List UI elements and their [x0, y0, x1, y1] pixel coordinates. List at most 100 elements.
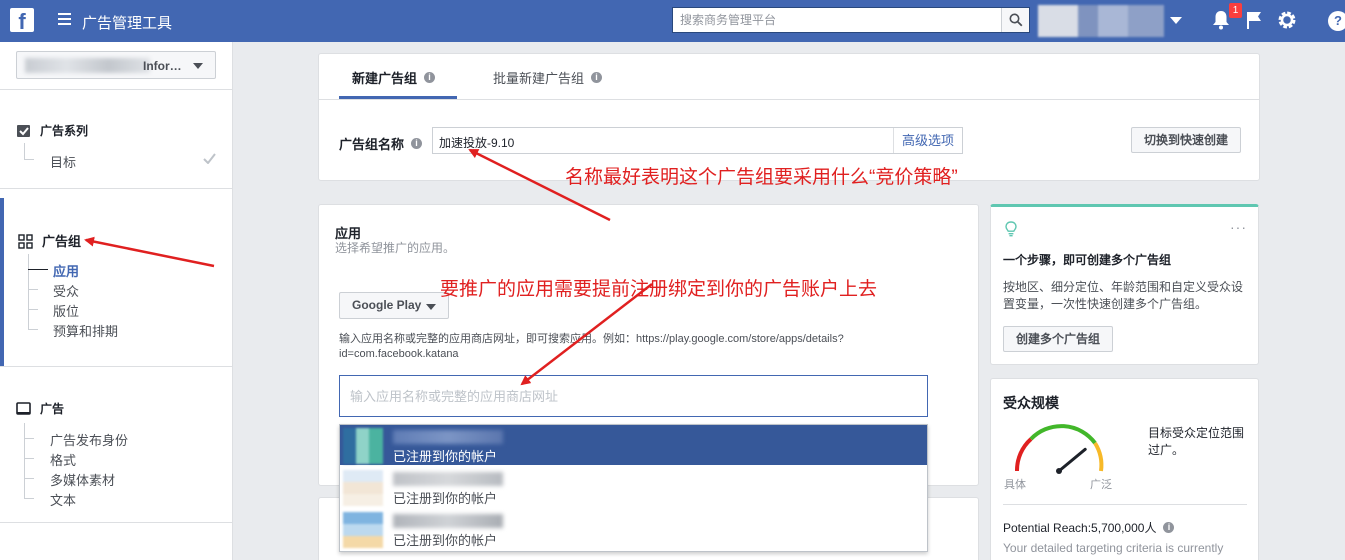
- gauge-label-broad: 广泛: [1090, 479, 1112, 491]
- account-name-blurred: [25, 58, 150, 73]
- tab-new-adset[interactable]: 新建广告组 i: [352, 68, 436, 87]
- lightbulb-icon: [1005, 221, 1017, 237]
- app-name-blurred: [393, 472, 503, 486]
- sidebar-item-media[interactable]: 多媒体素材: [50, 470, 115, 489]
- tree-tick: [28, 309, 38, 310]
- account-selector[interactable]: Infor…: [16, 51, 216, 79]
- sidebar-item-text[interactable]: 文本: [50, 490, 76, 509]
- app-result-status: 已注册到你的帐户: [393, 533, 498, 548]
- card-divider: [1003, 504, 1247, 505]
- app-search-input[interactable]: [350, 376, 920, 416]
- tree-tick: [28, 269, 48, 270]
- facebook-logo-icon[interactable]: f: [10, 8, 34, 32]
- top-bar: f 广告管理工具 1 ?: [0, 0, 1345, 42]
- account-label: Infor…: [143, 59, 182, 73]
- audience-size-card: 受众规模 具体 广泛 目标受众定位范围过广。 Potential Reach:5…: [990, 378, 1259, 560]
- create-multiple-adsets-button[interactable]: 创建多个广告组: [1003, 326, 1114, 352]
- sidebar-section-adset[interactable]: 广告组: [18, 231, 81, 250]
- targeting-note: Your detailed targeting criteria is curr…: [1003, 541, 1224, 555]
- tree-line: [28, 254, 29, 329]
- app-search-field[interactable]: [339, 375, 928, 417]
- sidebar-item-identity[interactable]: 广告发布身份: [50, 430, 128, 449]
- adset-name-value: 加速投放-9.10: [439, 136, 515, 150]
- app-title[interactable]: 广告管理工具: [82, 12, 172, 33]
- gauge-hub: [1056, 468, 1062, 474]
- tree-tick: [28, 289, 38, 290]
- info-icon[interactable]: i: [424, 72, 436, 83]
- gauge-needle: [1057, 447, 1087, 473]
- switch-quick-create-button[interactable]: 切换到快速创建: [1131, 127, 1242, 153]
- app-name-blurred: [393, 514, 503, 528]
- sidebar-item-objective[interactable]: 目标: [50, 152, 76, 171]
- tab-bulk-create[interactable]: 批量新建广告组 i: [493, 68, 603, 87]
- app-result-item[interactable]: 已注册到你的帐户: [340, 467, 927, 507]
- app-result-status: 已注册到你的帐户: [393, 491, 498, 506]
- sidebar-section-label: 广告组: [42, 234, 82, 249]
- sidebar: Infor… 广告系列 目标 广告组 应用 受众 版位 预算和排期 广告 广告发…: [0, 42, 233, 560]
- sidebar-item-budget-schedule[interactable]: 预算和排期: [53, 321, 118, 340]
- sidebar-divider: [0, 89, 233, 90]
- advanced-options-link[interactable]: 高级选项: [893, 128, 954, 153]
- chevron-down-icon: [426, 304, 436, 310]
- info-icon[interactable]: i: [1163, 522, 1175, 533]
- sidebar-divider: [0, 366, 233, 367]
- search-input[interactable]: [673, 8, 1001, 32]
- tip-title: 一个步骤，即可创建多个广告组: [1003, 253, 1172, 267]
- flag-icon[interactable]: [1246, 11, 1262, 29]
- hamburger-menu-icon[interactable]: [58, 13, 71, 27]
- account-avatar[interactable]: [1038, 5, 1164, 37]
- adset-name-field[interactable]: 加速投放-9.10 高级选项: [432, 127, 963, 154]
- tip-text: 按地区、细分定位、年龄范围和自定义受众设置变量，一次性快速创建多个广告组。: [1003, 280, 1244, 311]
- sidebar-item-format[interactable]: 格式: [50, 450, 76, 469]
- sidebar-section-label: 广告系列: [40, 124, 89, 138]
- tree-tick: [24, 458, 34, 459]
- annotation-app-tip: 要推广的应用需要提前注册绑定到你的广告账户上去: [440, 279, 878, 300]
- info-icon[interactable]: i: [591, 72, 603, 83]
- gear-icon[interactable]: [1276, 9, 1298, 31]
- app-results-dropdown: 已注册到你的帐户 已注册到你的帐户 已注册到你的帐户: [339, 424, 928, 552]
- app-result-item[interactable]: 已注册到你的帐户: [340, 425, 927, 465]
- tree-line: [24, 143, 25, 160]
- sidebar-section-ad[interactable]: 广告: [16, 400, 64, 417]
- checkbox-checked-icon: [16, 123, 32, 139]
- tab-label: 新建广告组: [352, 71, 418, 86]
- store-selector[interactable]: Google Play: [339, 292, 449, 319]
- sidebar-divider: [0, 522, 233, 523]
- audience-gauge: [1014, 424, 1104, 474]
- tree-tick: [24, 498, 34, 499]
- audience-size-title: 受众规模: [1003, 395, 1059, 411]
- potential-reach-text: Potential Reach:5,700,000人: [1003, 521, 1157, 535]
- tree-tick: [24, 438, 34, 439]
- app-thumbnail: [343, 428, 383, 464]
- app-section-subtitle: 选择希望推广的应用。: [335, 241, 456, 255]
- app-thumbnail: [343, 470, 383, 506]
- bell-icon[interactable]: [1212, 10, 1230, 30]
- gauge-label-specific: 具体: [1004, 479, 1026, 491]
- sidebar-item-placements[interactable]: 版位: [53, 301, 79, 320]
- monitor-icon: [16, 401, 32, 417]
- sidebar-section-campaign[interactable]: 广告系列: [16, 122, 88, 139]
- sidebar-item-app[interactable]: 应用: [53, 261, 79, 280]
- search-button[interactable]: [1001, 8, 1029, 32]
- label-text: 广告组名称: [339, 137, 405, 152]
- multi-adset-tip-card: ··· 一个步骤，即可创建多个广告组 按地区、细分定位、年龄范围和自定义受众设置…: [990, 204, 1259, 365]
- app-result-item[interactable]: 已注册到你的帐户: [340, 509, 927, 549]
- sidebar-item-audience[interactable]: 受众: [53, 281, 79, 300]
- checkmark-icon: [203, 153, 216, 164]
- grid-icon: [18, 233, 34, 249]
- tree-tick: [28, 329, 38, 330]
- audience-description: 目标受众定位范围过广。: [1148, 426, 1245, 457]
- gauge-segment-specific: [1014, 437, 1033, 472]
- help-icon[interactable]: ?: [1328, 11, 1345, 31]
- sidebar-divider: [0, 188, 233, 189]
- info-icon[interactable]: i: [411, 138, 423, 149]
- account-chevron-down-icon[interactable]: [1170, 17, 1182, 24]
- gauge-segment-broad: [1093, 441, 1104, 472]
- tree-tick: [24, 478, 34, 479]
- search-box: [672, 7, 1030, 33]
- active-section-indicator: [0, 198, 4, 366]
- gauge-segment-ok: [1029, 424, 1097, 445]
- adset-name-label: 广告组名称 i: [339, 134, 423, 153]
- more-options-icon[interactable]: ···: [1230, 219, 1247, 235]
- card-divider: [319, 99, 1259, 100]
